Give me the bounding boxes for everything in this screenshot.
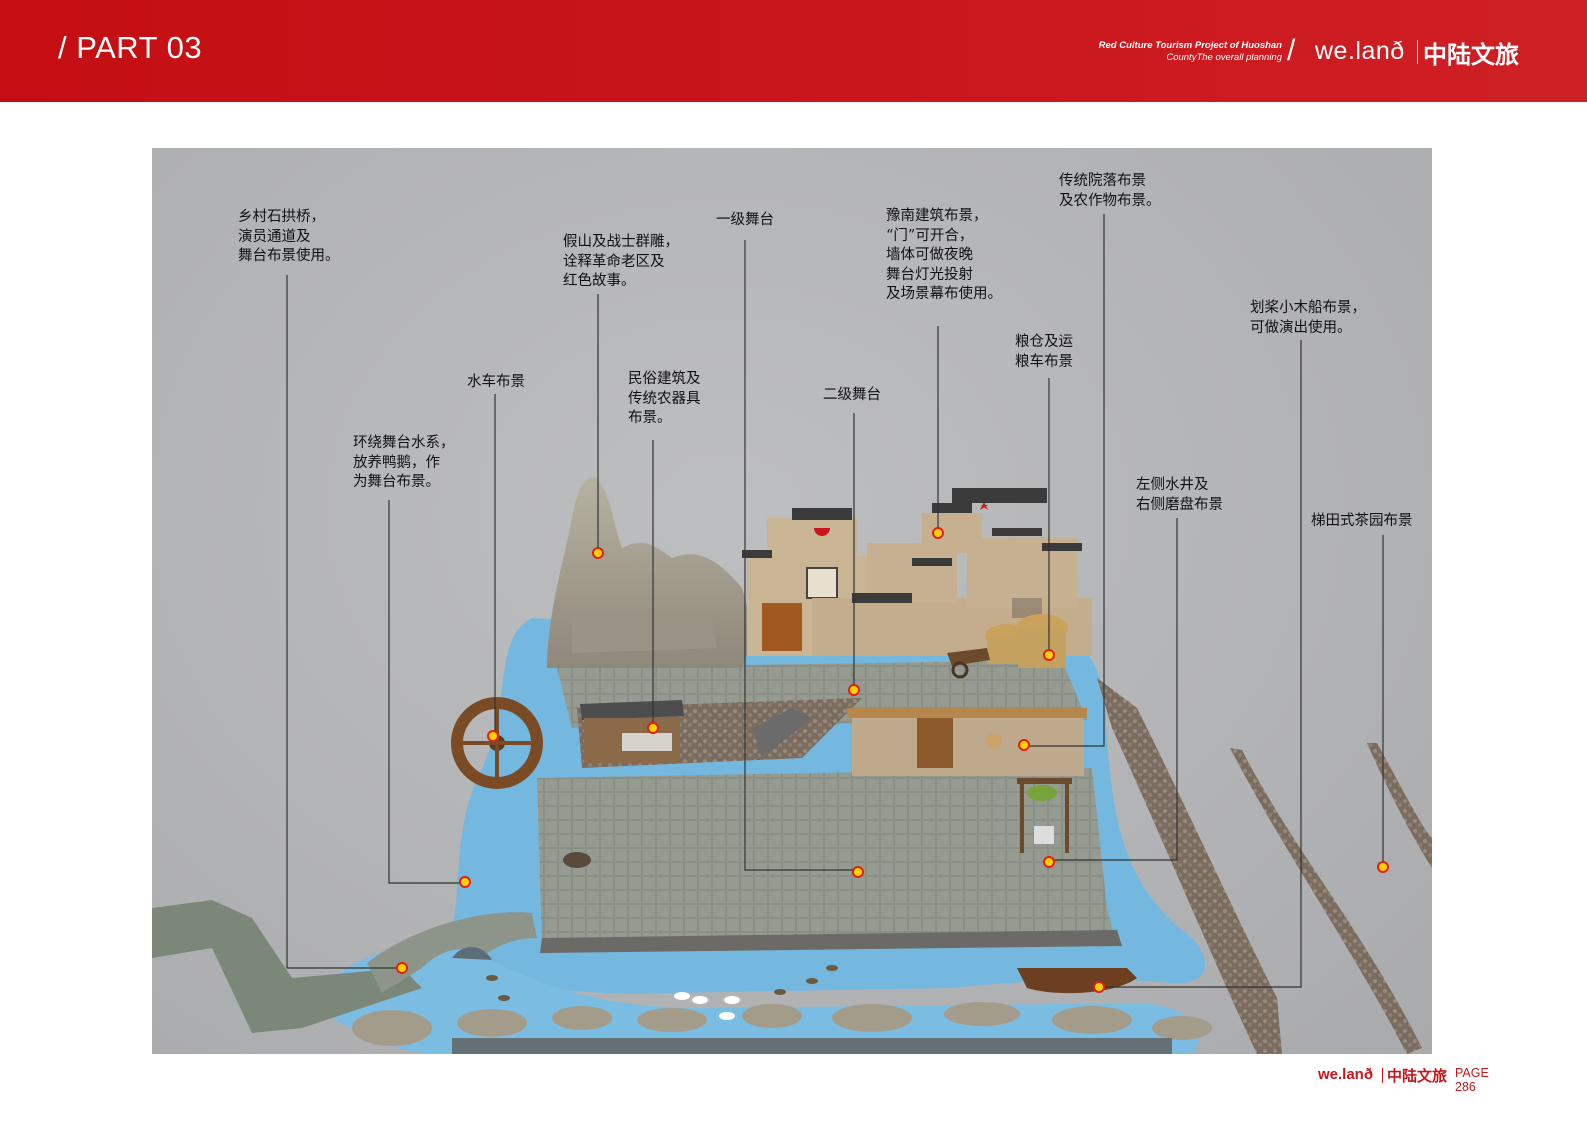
marker-waterwheel <box>487 730 499 742</box>
label-waterwheel: 水车布景 <box>467 374 525 390</box>
leader-bridge <box>286 275 402 969</box>
brand-separator <box>1417 40 1418 64</box>
header-bar: / PART 03 Red Culture Tourism Project of… <box>0 0 1587 102</box>
bottom-water-shadow <box>452 1038 1172 1054</box>
page-label: PAGE <box>1455 1066 1489 1080</box>
brand-logo-text: we.lanð <box>1315 37 1405 65</box>
marker-waterway <box>459 876 471 888</box>
label-folk: 民俗建筑及 传统农器具 布景。 <box>628 371 701 426</box>
label-rockery: 假山及战士群雕， 诠释革命老区及 红色故事。 <box>563 234 679 289</box>
label-tea: 梯田式茶园布景 <box>1311 513 1413 529</box>
rockery-soldiers-sculpture <box>547 477 750 668</box>
marker-granary <box>1043 649 1055 661</box>
stage-scene-illustration <box>152 148 1432 1054</box>
water-wheel <box>451 697 543 789</box>
label-yunan: 豫南建筑布景， “门”可开合， 墙体可做夜晚 舞台灯光投射 及场景幕布使用。 <box>886 208 1002 302</box>
scene-drawing <box>152 214 1432 1054</box>
footer-brand-separator <box>1382 1068 1383 1083</box>
marker-yunan <box>932 527 944 539</box>
label-granary: 粮仓及运 粮车布景 <box>1015 334 1073 370</box>
marker-bridge <box>396 962 408 974</box>
label-bridge: 乡村石拱桥， 演员通道及 舞台布景使用。 <box>238 209 340 264</box>
marker-tea <box>1377 861 1389 873</box>
label-boat: 划桨小木船布景， 可做演出使用。 <box>1250 300 1366 336</box>
marker-boat <box>1093 981 1105 993</box>
part-title: / PART 03 <box>58 30 203 65</box>
project-subtitle: Red Culture Tourism Project of Huoshan C… <box>1099 40 1282 64</box>
footer-brand-cn: 中陆文旅 <box>1387 1067 1448 1085</box>
traditional-courtyard <box>847 708 1087 776</box>
folk-building <box>580 700 684 763</box>
project-subtitle-line2: CountyThe overall planning <box>1166 52 1282 63</box>
page-number: 286 <box>1455 1080 1476 1094</box>
footer-brand: we.lanð <box>1318 1066 1374 1083</box>
marker-folk <box>647 722 659 734</box>
header-divider-slash: / <box>1287 34 1296 67</box>
label-stage1: 一级舞台 <box>716 212 774 228</box>
brand-logo-cn: 中陆文旅 <box>1423 41 1519 69</box>
label-waterway: 环绕舞台水系， 放养鸭鹅，作 为舞台布景。 <box>353 435 455 490</box>
label-well: 左侧水井及 右侧磨盘布景 <box>1136 477 1223 513</box>
page-number-block: PAGE 286 <box>1455 1066 1489 1094</box>
marker-well <box>1043 856 1055 868</box>
leader-waterway <box>388 500 465 884</box>
wooden-boat <box>1017 968 1137 994</box>
label-stage2: 二级舞台 <box>823 387 881 403</box>
marker-rockery <box>592 547 604 559</box>
marker-stage1 <box>852 866 864 878</box>
label-courtyard: 传统院落布景 及农作物布景。 <box>1059 173 1161 209</box>
marker-stage2 <box>848 684 860 696</box>
marker-courtyard <box>1018 739 1030 751</box>
project-subtitle-line1: Red Culture Tourism Project of Huoshan <box>1098 40 1282 51</box>
